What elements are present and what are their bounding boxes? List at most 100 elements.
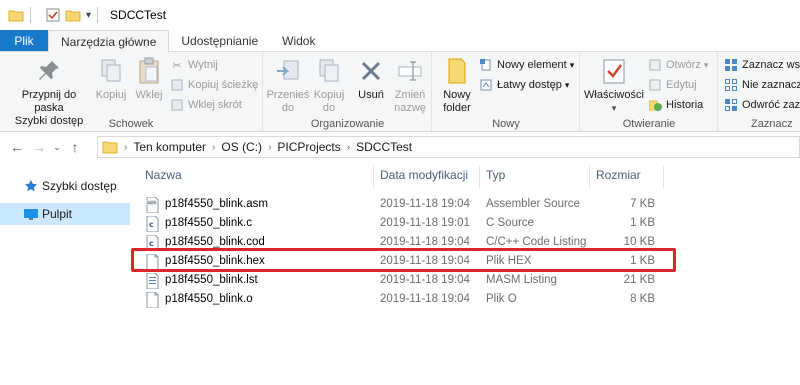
paste-shortcut-button[interactable]: Wklej skrót: [170, 96, 242, 114]
select-none-button[interactable]: Nie zaznacza: [724, 76, 800, 94]
file-row[interactable]: c p18f4550_blink.cod 2019-11-18 19:04 C/…: [135, 234, 665, 253]
tab-view[interactable]: Widok: [270, 30, 327, 51]
file-row[interactable]: c p18f4550_blink.c 2019-11-18 19:01 C So…: [135, 215, 665, 234]
new-item-label: Nowy element: [497, 59, 567, 71]
breadcrumb-drive-c[interactable]: OS (C:): [221, 140, 262, 154]
new-folder-icon: [442, 56, 472, 86]
copy-path-button[interactable]: Kopiuj ścieżkę: [170, 76, 258, 94]
select-all-button[interactable]: Zaznacz wszy: [724, 56, 800, 74]
easy-access-button[interactable]: Łatwy dostęp ▾: [479, 76, 569, 94]
new-folder-button[interactable]: Nowy folder: [437, 56, 477, 115]
copy-button[interactable]: Kopiuj: [92, 56, 130, 102]
select-all-icon: [724, 58, 738, 72]
select-group-label: Zaznacz: [751, 118, 793, 130]
pin-icon: [34, 56, 64, 86]
tab-home[interactable]: Narzędzia główne: [48, 30, 170, 53]
recent-locations-chevron-icon[interactable]: ⌄: [50, 136, 64, 158]
copy-to-label-line2: do: [322, 102, 336, 114]
file-type: C Source: [486, 217, 534, 229]
column-divider[interactable]: [663, 166, 664, 188]
folder-icon[interactable]: [8, 7, 24, 23]
column-header-size[interactable]: Rozmiar: [596, 168, 641, 182]
lst-file-icon: [146, 273, 159, 289]
address-bar[interactable]: › Ten komputer › OS (C:) › PICProjects ›…: [97, 136, 800, 158]
move-to-icon: [273, 56, 303, 86]
copy-to-button[interactable]: Kopiuj do: [310, 56, 348, 115]
new-item-button[interactable]: Nowy element ▾: [479, 56, 574, 74]
new-item-icon: [479, 58, 493, 72]
cut-button[interactable]: ✂ Wytnij: [170, 56, 217, 74]
move-to-button[interactable]: Przenieś do: [266, 56, 310, 115]
organize-group-label: Organizowanie: [310, 118, 385, 130]
file-size: 1 KB: [630, 217, 655, 229]
svg-text:asm: asm: [147, 201, 157, 206]
move-to-label-line1: Przenieś: [266, 89, 310, 101]
delete-button[interactable]: Usuń: [352, 56, 390, 102]
forward-arrow-icon[interactable]: →: [28, 136, 50, 158]
nav-item-quick-access[interactable]: Szybki dostęp: [0, 175, 130, 197]
open-button[interactable]: Otwórz ▾: [648, 56, 708, 74]
file-date: 2019-11-18 19:01: [380, 217, 470, 229]
nav-item-desktop[interactable]: Pulpit: [0, 203, 130, 225]
open-group-label: Otwieranie: [622, 118, 676, 130]
edit-label: Edytuj: [666, 79, 697, 91]
copy-path-label: Kopiuj ścieżkę: [188, 79, 259, 91]
invert-selection-button[interactable]: Odwróć zazn: [724, 96, 800, 114]
svg-text:c: c: [149, 239, 154, 248]
properties-icon: [599, 56, 629, 86]
file-row[interactable]: asm p18f4550_blink.asm 2019-11-18 19:04 …: [135, 196, 665, 215]
rename-label-line1: Zmień: [394, 89, 426, 101]
properties-check-icon[interactable]: [45, 7, 61, 23]
column-header-type[interactable]: Typ: [486, 168, 505, 182]
back-arrow-icon[interactable]: ←: [6, 136, 28, 158]
history-button[interactable]: Historia: [648, 96, 703, 114]
file-size: 1 KB: [630, 255, 655, 267]
breadcrumb-picprojects[interactable]: PICProjects: [277, 140, 340, 154]
invert-selection-label: Odwróć zazn: [742, 99, 800, 111]
select-none-icon: [724, 78, 738, 92]
nav-label-quick-access: Szybki dostęp: [42, 179, 117, 193]
edit-button[interactable]: Edytuj: [648, 76, 697, 94]
breadcrumb-separator-icon: ›: [212, 141, 216, 153]
tab-share[interactable]: Udostępnianie: [169, 30, 270, 51]
file-size: 21 KB: [623, 274, 655, 286]
file-list: Nazwa Data modyfikacji Typ Rozmiar asm p…: [135, 162, 800, 385]
file-name: p18f4550_blink.asm: [165, 198, 268, 210]
file-type: Plik HEX: [486, 255, 532, 267]
file-name: p18f4550_blink.lst: [165, 274, 258, 286]
tab-file[interactable]: Plik: [0, 30, 48, 51]
customize-dropdown-icon[interactable]: ▾: [86, 10, 91, 21]
window-title: SDCCTest: [110, 8, 167, 22]
title-bar: ▾ SDCCTest: [0, 0, 800, 30]
column-divider[interactable]: [373, 166, 374, 188]
column-divider[interactable]: [479, 166, 480, 188]
navigation-pane: Szybki dostęp Pulpit: [0, 162, 130, 385]
file-name: p18f4550_blink.o: [165, 293, 253, 305]
new-group: Nowy folder Nowy element ▾ Łatwy dostęp …: [433, 52, 580, 131]
breadcrumb-separator-icon: ›: [346, 141, 351, 153]
navigation-bar: ← → ⌄ ↑ › Ten komputer › OS (C:) › PICPr…: [0, 133, 800, 161]
select-none-label: Nie zaznacza: [742, 79, 800, 91]
column-header-date[interactable]: Data modyfikacji: [380, 168, 468, 182]
file-row[interactable]: p18f4550_blink.lst 2019-11-18 19:04 MASM…: [135, 272, 665, 291]
column-divider[interactable]: [589, 166, 590, 188]
file-row[interactable]: p18f4550_blink.o 2019-11-18 19:04 Plik O…: [135, 291, 665, 310]
up-arrow-icon[interactable]: ↑: [64, 136, 86, 158]
file-row-hex[interactable]: p18f4550_blink.hex 2019-11-18 19:04 Plik…: [135, 253, 665, 272]
rename-button[interactable]: Zmień nazwę: [390, 56, 430, 115]
new-folder-qa-icon[interactable]: [65, 7, 81, 23]
column-header-name[interactable]: Nazwa: [145, 168, 182, 182]
breadcrumb-this-pc[interactable]: Ten komputer: [133, 140, 206, 154]
file-date: 2019-11-18 19:04: [380, 274, 470, 286]
invert-selection-icon: [724, 98, 738, 112]
desktop-icon: [24, 209, 38, 220]
cod-file-icon: c: [146, 235, 159, 251]
new-item-dropdown-icon: ▾: [569, 59, 575, 70]
svg-text:c: c: [149, 220, 154, 229]
organize-group: Przenieś do Kopiuj do Usuń Zmień nazwę O…: [264, 52, 432, 131]
properties-button[interactable]: Właściwości ▾: [583, 56, 645, 115]
breadcrumb-sdcctest[interactable]: SDCCTest: [356, 140, 412, 154]
paste-button[interactable]: Wklej: [131, 56, 167, 102]
select-all-label: Zaznacz wszy: [742, 59, 800, 71]
open-dropdown-icon: ▾: [703, 59, 709, 70]
